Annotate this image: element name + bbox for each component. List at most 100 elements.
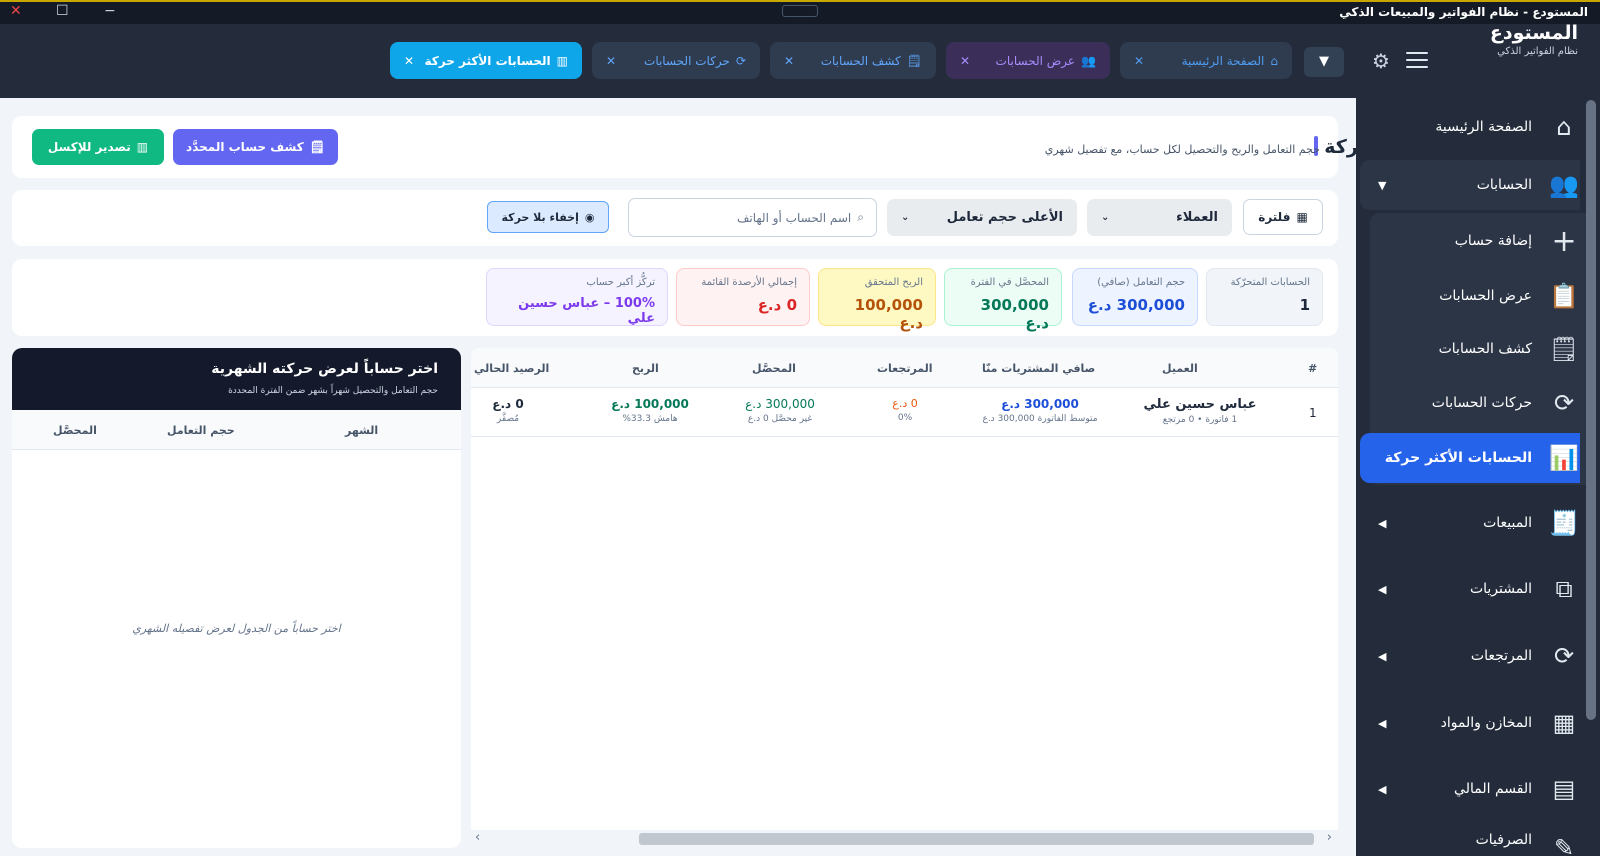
- gear-icon[interactable]: ⚙: [1370, 50, 1392, 72]
- sidebar-item-label: الصرفيات: [1475, 832, 1532, 848]
- sidebar-item-account-movements[interactable]: ⟳ حركات الحسابات: [1360, 378, 1580, 428]
- scrollbar-thumb[interactable]: [639, 833, 1314, 845]
- tab-label: عرض الحسابات: [995, 53, 1076, 68]
- sidebar-item-label: القسم المالي: [1454, 781, 1532, 797]
- close-window-icon[interactable]: ✕: [10, 3, 22, 19]
- row-collected: 300,000 د.ع غير محصَّل 0 د.ع: [730, 397, 830, 424]
- sidebar-item-most-active[interactable]: 📊 الحسابات الأكثر حركة: [1360, 433, 1580, 483]
- chevron-down-icon: ⌄: [1101, 212, 1110, 223]
- home-icon: ⌂: [1270, 53, 1278, 68]
- collected-sub: غير محصَّل 0 د.ع: [747, 414, 813, 424]
- sidebar-item-label: كشف الحسابات: [1438, 341, 1532, 357]
- stat-label: الربح المتحقق: [864, 277, 923, 288]
- plus-icon: +: [1551, 223, 1577, 259]
- col-customer: العميل: [1162, 362, 1198, 375]
- tab-label: كشف الحسابات: [820, 53, 901, 68]
- returns-value: 0 د.ع: [892, 397, 918, 410]
- chevron-down-icon: ▼: [1378, 178, 1387, 192]
- sidebar-item-finance[interactable]: ▤ القسم المالي ◀: [1360, 764, 1580, 814]
- row-balance: 0 د.ع مُصفَّر: [478, 397, 538, 424]
- sidebar-item-expenses[interactable]: ✎ الصرفيات: [1360, 832, 1580, 856]
- customer-sub: 1 فاتورة • 0 مرتجع: [1162, 415, 1238, 425]
- users-icon: 👥: [1081, 53, 1096, 68]
- sidebar-item-label: عرض الحسابات: [1439, 288, 1532, 304]
- returns-sub: 0%: [897, 413, 913, 423]
- maximize-window-icon[interactable]: ☐: [56, 3, 69, 19]
- stat-concentration: تركُّز أكبر حساب 100% – عباس حسين علي: [486, 268, 668, 326]
- sidebar-item-add-account[interactable]: + إضافة حساب: [1360, 216, 1580, 266]
- document-icon: 🗒: [309, 140, 325, 154]
- balance-sub: مُصفَّر: [496, 414, 520, 424]
- sidebar-item-label: المبيعات: [1483, 515, 1532, 531]
- clipboard-icon: 📋: [1549, 282, 1579, 310]
- stat-value: 100% – عباس حسين علي: [518, 296, 655, 326]
- grid-icon: ▦: [1296, 210, 1308, 224]
- scroll-right-icon[interactable]: ›: [1327, 830, 1332, 845]
- pen-icon: ✎: [1553, 834, 1575, 856]
- sort-select[interactable]: الأعلى حجم تعامل ⌄: [887, 199, 1077, 236]
- stat-label: حجم التعامل (صافي): [1097, 277, 1185, 288]
- chart-icon: ▥: [556, 53, 568, 68]
- sidebar-item-home[interactable]: ⌂ الصفحة الرئيسية: [1360, 102, 1580, 152]
- sidebar-item-accounts[interactable]: 👥 الحسابات ▼: [1360, 160, 1580, 210]
- brand-tagline: نظام الفواتير الذكي: [1497, 46, 1578, 57]
- monthly-header: [12, 348, 461, 410]
- sidebar-item-warehouses[interactable]: ▦ المخازن والمواد ◀: [1360, 698, 1580, 748]
- close-icon[interactable]: ✕: [784, 54, 794, 68]
- account-statement-button[interactable]: 🗒 كشف حساب المحدَّد: [173, 129, 338, 165]
- close-icon[interactable]: ✕: [960, 54, 970, 68]
- hide-inactive-button[interactable]: ◉ إخفاء بلا حركة: [487, 201, 609, 233]
- sidebar-item-returns[interactable]: ⟳ المرتجعات ◀: [1360, 631, 1580, 681]
- horizontal-scrollbar[interactable]: ‹ ›: [471, 830, 1338, 848]
- col-volume: حجم التعامل: [167, 424, 235, 437]
- tabs-dropdown-button[interactable]: ▼: [1304, 47, 1344, 77]
- stat-collected: المحصَّل في الفترة 300,000 د.ع: [944, 268, 1062, 332]
- col-profit: الربح: [632, 362, 659, 375]
- tab-most-active-accounts[interactable]: ▥ الحسابات الأكثر حركة ✕: [390, 42, 582, 79]
- sidebar-item-label: حركات الحسابات: [1431, 395, 1532, 411]
- export-excel-button[interactable]: ▥ تصدير للإكسل: [32, 129, 164, 165]
- search-input[interactable]: ⌕ اسم الحساب أو الهاتف: [628, 198, 877, 237]
- stat-value: 1: [1299, 296, 1310, 314]
- sidebar-scrollbar[interactable]: [1586, 100, 1596, 720]
- stat-label: الحسابات المتحرّكة: [1230, 277, 1310, 288]
- col-month: الشهر: [345, 424, 379, 437]
- row-returns: 0 د.ع 0%: [880, 397, 930, 423]
- chevron-left-icon: ◀: [1378, 516, 1387, 530]
- collected-value: 300,000 د.ع: [745, 397, 815, 411]
- box-icon: ⧉: [1555, 575, 1573, 603]
- row-customer[interactable]: عباس حسين علي 1 فاتورة • 0 مرتجع: [1140, 397, 1260, 425]
- document-icon: 🗒: [1548, 335, 1580, 363]
- close-icon[interactable]: ✕: [1134, 54, 1144, 68]
- minimize-window-icon[interactable]: −: [104, 3, 116, 19]
- home-icon: ⌂: [1556, 113, 1572, 141]
- refresh-icon: ⟳: [1553, 389, 1575, 417]
- close-icon[interactable]: ✕: [404, 54, 414, 68]
- chart-icon: 📊: [1549, 444, 1579, 472]
- drag-handle[interactable]: [782, 5, 818, 17]
- chevron-left-icon: ◀: [1378, 582, 1387, 596]
- menu-icon[interactable]: [1406, 52, 1428, 68]
- row-number: 1: [1309, 406, 1317, 420]
- sidebar-item-view-accounts[interactable]: 📋 عرض الحسابات: [1360, 271, 1580, 321]
- eye-icon: ◉: [584, 210, 595, 224]
- filter-button[interactable]: ▦ فلترة: [1243, 199, 1323, 235]
- scroll-left-icon[interactable]: ‹: [475, 830, 480, 845]
- building-icon: ▦: [1552, 709, 1576, 737]
- sidebar-item-account-statement[interactable]: 🗒 كشف الحسابات: [1360, 324, 1580, 374]
- ledger-icon: ▤: [1552, 775, 1576, 803]
- account-type-select[interactable]: العملاء ⌄: [1087, 199, 1232, 236]
- stat-value: 0 د.ع: [757, 296, 797, 314]
- col-net-purchases: صافي المشتريات منّا: [982, 362, 1096, 375]
- tab-view-accounts[interactable]: 👥 عرض الحسابات ✕: [946, 42, 1110, 79]
- tab-home[interactable]: ⌂ الصفحة الرئيسية ✕: [1120, 42, 1292, 79]
- refresh-icon: ⟳: [1553, 642, 1575, 670]
- spreadsheet-icon: ▥: [136, 140, 149, 154]
- tab-account-movements[interactable]: ⟳ حركات الحسابات ✕: [592, 42, 760, 79]
- sidebar-item-purchases[interactable]: ⧉ المشتريات ◀: [1360, 564, 1580, 614]
- stat-value: 300,000 د.ع: [980, 296, 1049, 332]
- close-icon[interactable]: ✕: [606, 54, 616, 68]
- tab-account-statement[interactable]: 🗒 كشف الحسابات ✕: [770, 42, 936, 79]
- page-subtitle: حجم التعامل والربح والتحصيل لكل حساب، مع…: [1044, 143, 1320, 156]
- sidebar-item-sales[interactable]: 🧾 المبيعات ◀: [1360, 498, 1580, 548]
